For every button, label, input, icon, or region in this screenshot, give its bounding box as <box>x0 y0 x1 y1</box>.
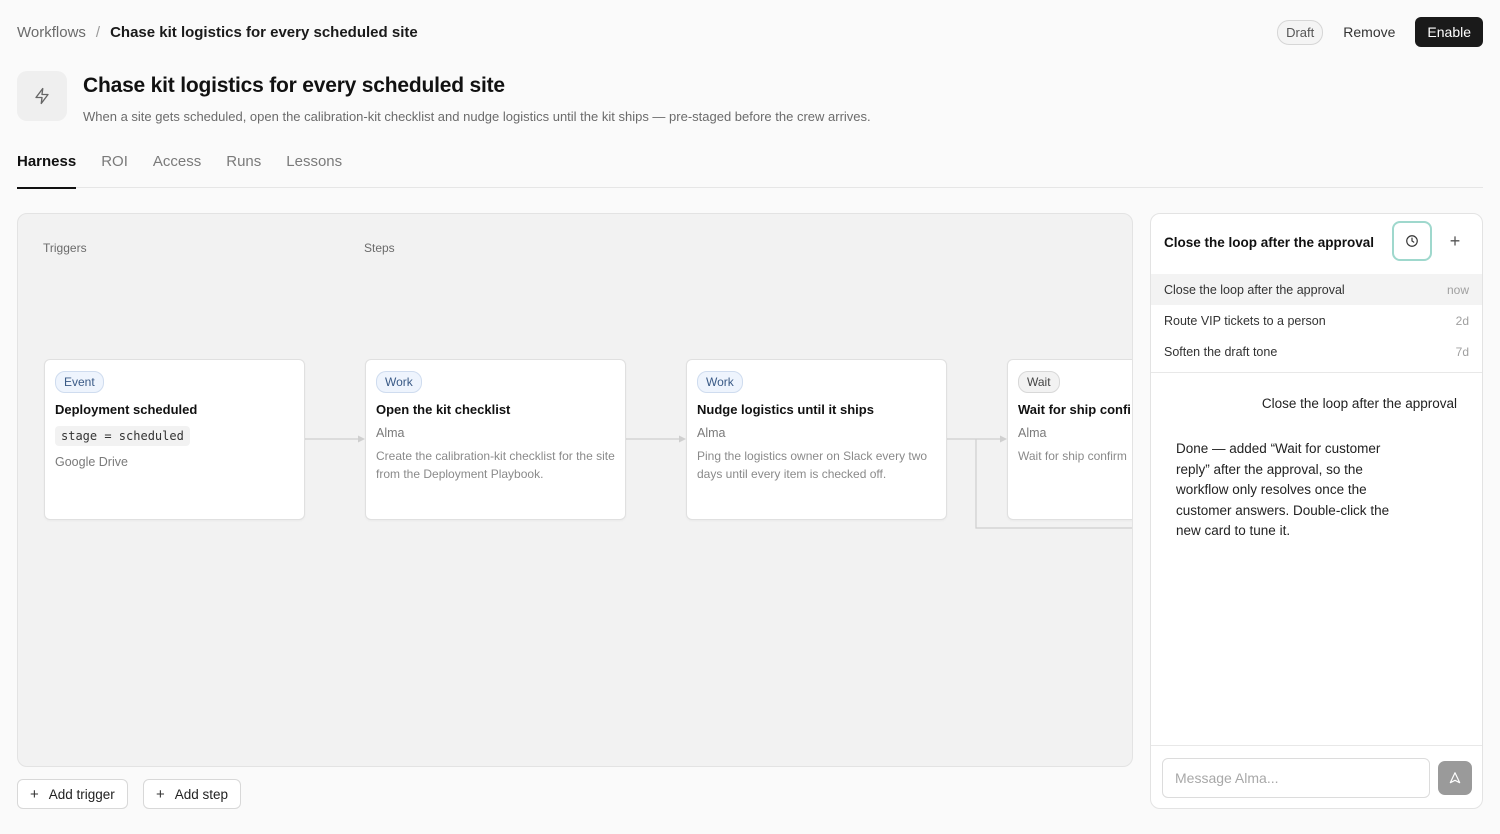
workflow-canvas[interactable]: Triggers Steps Event Deployment schedule… <box>17 213 1133 767</box>
history-item-title: Close the loop after the approval <box>1164 282 1345 297</box>
step-owner: Alma <box>697 426 726 440</box>
step-description: Ping the logistics owner on Slack every … <box>697 449 928 481</box>
step-owner: Alma <box>1018 426 1047 440</box>
divider <box>1151 745 1482 746</box>
history-item-title: Route VIP tickets to a person <box>1164 313 1326 328</box>
add-step-label: Add step <box>174 786 229 802</box>
add-step-button[interactable]: + Add step <box>143 779 242 809</box>
plus-icon: + <box>156 785 165 803</box>
step-owner: Alma <box>376 426 405 440</box>
breadcrumb-workflows-link[interactable]: Workflows <box>17 24 86 41</box>
page-description: When a site gets scheduled, open the cal… <box>83 109 871 124</box>
triggers-column-label: Triggers <box>43 241 87 255</box>
breadcrumb: Workflows / Chase kit logistics for ever… <box>17 24 418 41</box>
tab-runs[interactable]: Runs <box>226 152 261 188</box>
tab-bar: Harness ROI Access Runs Lessons <box>17 152 1483 189</box>
assistant-message: Done — added “Wait for customer reply” a… <box>1176 441 1390 538</box>
chat-title: Close the loop after the approval <box>1164 234 1375 250</box>
history-item[interactable]: Route VIP tickets to a person 2d <box>1151 305 1482 336</box>
top-bar: Workflows / Chase kit logistics for ever… <box>17 17 1483 47</box>
steps-column-label: Steps <box>364 241 395 255</box>
history-item[interactable]: Close the loop after the approval now <box>1151 274 1482 305</box>
send-icon <box>1449 772 1461 784</box>
message-input[interactable] <box>1162 758 1430 798</box>
enable-button[interactable]: Enable <box>1415 17 1483 47</box>
user-message: Close the loop after the approval <box>1261 396 1457 411</box>
status-badge: Draft <box>1277 19 1324 45</box>
tab-roi[interactable]: ROI <box>101 152 128 188</box>
plus-icon: + <box>30 785 39 803</box>
workflow-icon-tile <box>17 71 67 121</box>
top-actions: Draft Remove Enable <box>1277 17 1483 47</box>
trigger-source: Google Drive <box>55 455 128 469</box>
page-title: Chase kit logistics for every scheduled … <box>83 74 505 97</box>
chat-history-list: Close the loop after the approval now Ro… <box>1151 274 1482 367</box>
wait-pill: Wait <box>1018 371 1060 393</box>
tab-lessons[interactable]: Lessons <box>286 152 342 188</box>
plus-icon: + <box>1449 230 1461 251</box>
tab-harness[interactable]: Harness <box>17 152 77 189</box>
event-pill: Event <box>55 371 104 393</box>
history-item-title: Soften the draft tone <box>1164 344 1278 359</box>
history-item-time: 7d <box>1455 344 1469 359</box>
step-card[interactable]: Work Open the kit checklist Alma Create … <box>365 359 626 520</box>
add-trigger-button[interactable]: + Add trigger <box>17 779 128 809</box>
step-description: Create the calibration-kit checklist for… <box>376 449 615 481</box>
history-item-time: 2d <box>1455 313 1469 328</box>
step-title: Open the kit checklist <box>376 402 511 417</box>
step-title: Nudge logistics until it ships <box>697 402 874 417</box>
new-chat-button[interactable]: + <box>1442 228 1468 254</box>
divider <box>1151 372 1482 373</box>
remove-button[interactable]: Remove <box>1335 18 1403 46</box>
lightning-icon <box>35 87 49 105</box>
breadcrumb-current: Chase kit logistics for every scheduled … <box>110 23 418 41</box>
tab-access[interactable]: Access <box>153 152 201 188</box>
step-card[interactable]: Wait Wait for ship confi Alma Wait for s… <box>1007 359 1132 520</box>
work-pill: Work <box>697 371 743 393</box>
step-title: Wait for ship confi <box>1018 402 1131 417</box>
history-button[interactable] <box>1392 221 1432 261</box>
breadcrumb-separator: / <box>95 23 101 41</box>
work-pill: Work <box>376 371 422 393</box>
add-trigger-label: Add trigger <box>48 786 115 802</box>
history-item-time: now <box>1446 282 1469 297</box>
chat-panel: Close the loop after the approval + Clos… <box>1150 213 1483 809</box>
send-button[interactable] <box>1438 761 1472 795</box>
trigger-title: Deployment scheduled <box>55 402 198 417</box>
history-item[interactable]: Soften the draft tone 7d <box>1151 336 1482 367</box>
chat-header: Close the loop after the approval <box>1151 214 1482 270</box>
clock-icon <box>1406 235 1418 247</box>
trigger-condition: stage = scheduled <box>55 426 190 446</box>
step-description: Wait for ship confirm <box>1018 449 1127 463</box>
trigger-card[interactable]: Event Deployment scheduled stage = sched… <box>44 359 305 520</box>
step-card[interactable]: Work Nudge logistics until it ships Alma… <box>686 359 947 520</box>
